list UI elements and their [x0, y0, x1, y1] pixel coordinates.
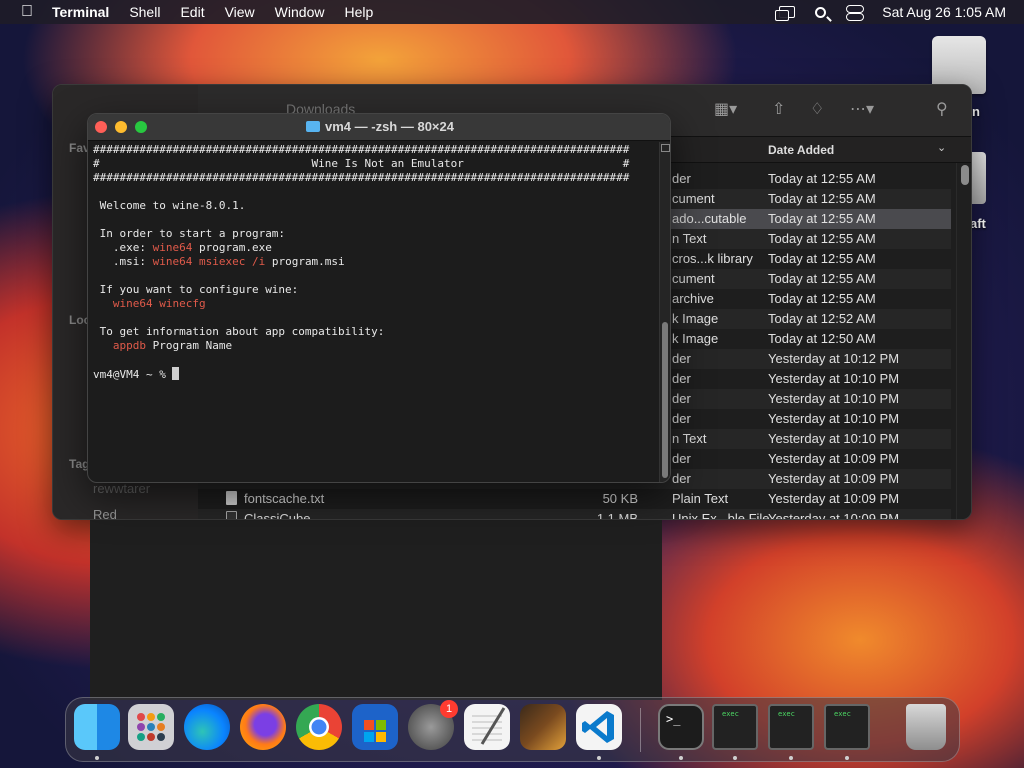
split-pane-icon[interactable] — [661, 144, 670, 152]
config-heading: If you want to configure wine: — [99, 283, 299, 296]
microsoft-store-icon[interactable] — [352, 704, 398, 750]
menu-clock[interactable]: Sat Aug 26 1:05 AM — [882, 4, 1006, 20]
terminal-window[interactable]: vm4 — -zsh — 80×24 #####################… — [87, 113, 671, 483]
finder-icon[interactable] — [74, 704, 120, 750]
executable-file-icon — [226, 511, 237, 519]
folder-icon — [306, 121, 320, 132]
sidebar-item-tag[interactable]: rewwtarer — [93, 481, 150, 496]
background-window-area — [90, 520, 662, 700]
control-center-icon[interactable] — [846, 5, 865, 21]
menu-help[interactable]: Help — [344, 4, 373, 20]
welcome-line: Welcome to wine-8.0.1. — [99, 199, 246, 212]
exec-window-thumbnail[interactable]: exec — [768, 704, 814, 750]
menu-window[interactable]: Window — [275, 4, 325, 20]
notification-badge: 1 — [440, 700, 458, 718]
chevron-down-icon[interactable]: ⌄ — [937, 141, 946, 154]
text-file-icon — [226, 491, 237, 505]
start-heading: In order to start a program: — [99, 227, 286, 240]
text-cursor — [172, 367, 180, 380]
running-indicator — [733, 756, 737, 760]
group-icon[interactable]: ▦▾ — [714, 99, 737, 119]
running-indicator — [597, 756, 601, 760]
more-actions-icon[interactable]: ⋯▾ — [850, 99, 874, 119]
running-indicator — [679, 756, 683, 760]
menu-view[interactable]: View — [225, 4, 255, 20]
appdb-command: appdb — [99, 339, 146, 352]
terminal-titlebar[interactable]: vm4 — -zsh — 80×24 — [88, 114, 670, 141]
running-indicator — [789, 756, 793, 760]
shell-prompt: vm4@VM4 ~ % — [93, 368, 173, 381]
list-item-fontscache[interactable]: fontscache.txt 50 KB Plain Text Yesterda… — [198, 489, 951, 509]
dock-separator — [640, 708, 641, 752]
exec-window-thumbnail[interactable]: exec — [824, 704, 870, 750]
banner-title: # Wine Is Not an Emulator # — [93, 157, 630, 170]
launchpad-icon[interactable] — [128, 704, 174, 750]
search-icon[interactable]: ⚲ — [936, 99, 948, 119]
running-indicator — [845, 756, 849, 760]
menu-edit[interactable]: Edit — [180, 4, 204, 20]
config-command: wine64 winecfg — [99, 297, 206, 310]
desktop-file-label: aft — [970, 216, 986, 231]
sidebar-item-red[interactable]: Red — [93, 507, 117, 519]
exe-command: wine64 — [152, 241, 193, 254]
tag-icon[interactable]: ♢ — [810, 99, 824, 119]
trash-icon[interactable] — [906, 704, 946, 750]
running-indicator — [95, 756, 99, 760]
terminal-output[interactable]: ########################################… — [93, 143, 655, 382]
column-header-date-added[interactable]: Date Added — [768, 143, 834, 157]
banner-border-bottom: ########################################… — [93, 171, 630, 184]
textedit-icon[interactable] — [464, 704, 510, 750]
terminal-scrollbar-thumb[interactable] — [662, 322, 668, 478]
vscode-icon[interactable] — [576, 704, 622, 750]
firefox-icon[interactable] — [240, 704, 286, 750]
spotlight-search-icon[interactable] — [815, 6, 827, 18]
banner-border-top: ########################################… — [93, 143, 630, 156]
dock: 1 >_ exec exec exec — [65, 697, 960, 762]
menu-app-name[interactable]: Terminal — [52, 4, 109, 20]
terminal-icon[interactable]: >_ — [658, 704, 704, 750]
msi-command: wine64 msiexec /i — [152, 255, 266, 268]
desktop-drive-label: n — [972, 104, 980, 119]
menu-shell[interactable]: Shell — [129, 4, 160, 20]
compat-heading: To get information about app compatibili… — [99, 325, 385, 338]
garageband-icon[interactable] — [520, 704, 566, 750]
finder-scrollbar-thumb[interactable] — [961, 165, 969, 185]
share-icon[interactable]: ⇧ — [772, 99, 785, 119]
screen-mirroring-icon[interactable] — [775, 6, 796, 21]
list-item-classicube[interactable]: ClassiCube 1.1 MB Unix Ex...ble File Yes… — [198, 509, 951, 519]
exec-window-thumbnail[interactable]: exec — [712, 704, 758, 750]
apple-menu-icon[interactable]:  — [14, 3, 40, 21]
menu-bar:  Terminal Shell Edit View Window Help S… — [0, 0, 1024, 24]
finder-scrollbar-track[interactable] — [956, 163, 971, 519]
edge-icon[interactable] — [184, 704, 230, 750]
terminal-title: vm4 — -zsh — 80×24 — [88, 119, 670, 134]
chrome-icon[interactable] — [296, 704, 342, 750]
